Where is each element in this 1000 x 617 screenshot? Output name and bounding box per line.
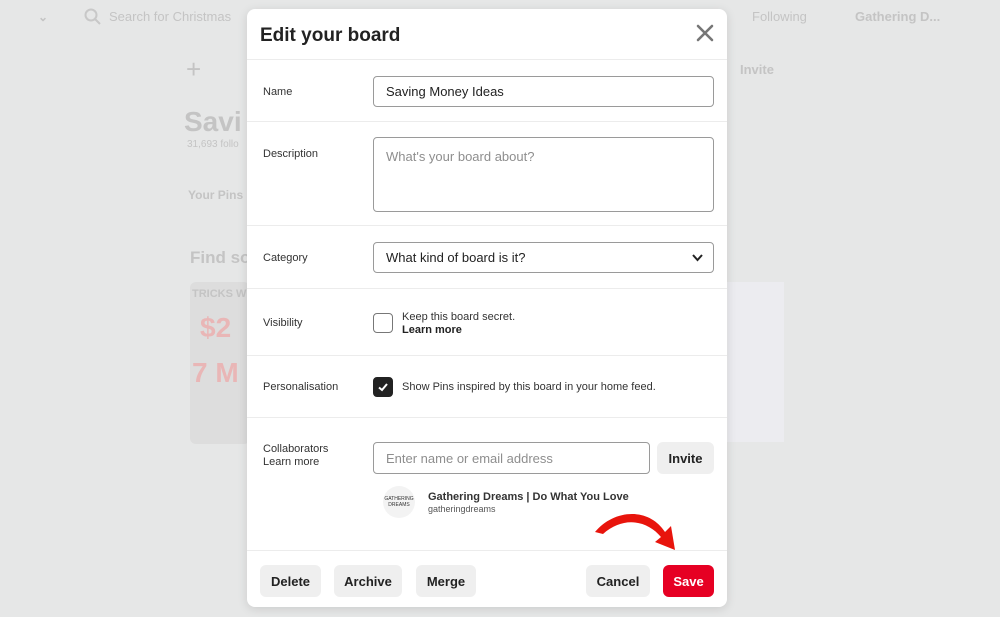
invite-button[interactable]: Invite [657,442,714,474]
category-select[interactable]: What kind of board is it? [373,242,714,273]
add-icon[interactable]: + [186,54,201,85]
search-icon [84,8,101,25]
personalisation-row: Personalisation Show Pins inspired by th… [247,356,727,418]
description-label: Description [263,148,319,160]
visibility-label: Visibility [263,317,303,329]
description-textarea[interactable]: What's your board about? [373,137,714,212]
name-input[interactable]: Saving Money Ideas [373,76,714,107]
red-arrow-annotation [595,513,675,550]
invite-button[interactable]: Invite [740,62,774,77]
collaborator-input[interactable]: Enter name or email address [373,442,650,474]
visibility-row: Visibility Keep this board secret. Learn… [247,289,727,356]
account-menu[interactable]: Gathering D... [855,9,940,24]
dialog-title: Edit your board [260,25,401,46]
collaborators-learn-more-link[interactable]: Learn more [263,456,328,469]
find-some-heading: Find so [190,248,251,267]
dialog-footer: Delete Archive Merge Cancel Save [247,550,727,607]
chevron-down-icon: ⌄ [38,10,49,24]
collaborators-row: Collaborators Learn more Enter name or e… [247,418,727,550]
collaborators-label: Collaborators [263,443,329,455]
category-row: Category What kind of board is it? [247,226,727,289]
checkmark-icon [378,383,388,392]
secret-checkbox[interactable] [373,313,393,333]
search-input[interactable]: Search for Christmas [109,9,231,24]
name-label: Name [263,86,293,98]
category-label: Category [263,252,308,264]
owner-avatar: GATHERING DREAMS [383,486,415,518]
merge-button[interactable]: Merge [416,565,476,597]
pin-card[interactable] [727,282,784,442]
name-row: Name Saving Money Ideas [247,60,727,122]
tab-your-pins[interactable]: Your Pins [188,188,243,202]
close-icon[interactable] [695,23,715,43]
secret-text: Keep this board secret. [402,311,516,323]
delete-button[interactable]: Delete [260,565,321,597]
cancel-button[interactable]: Cancel [586,565,650,597]
followers-count: 31,693 follo [187,139,239,150]
pin-card[interactable]: TRICKS WI $2 7 M [190,282,250,444]
personalisation-text: Show Pins inspired by this board in your… [402,381,656,393]
personalisation-checkbox[interactable] [373,377,393,397]
following-link[interactable]: Following [752,9,807,24]
archive-button[interactable]: Archive [334,565,402,597]
edit-board-dialog: Edit your board Name Saving Money Ideas … [247,9,727,607]
personalisation-label: Personalisation [263,381,339,393]
board-title: Savi [184,106,242,137]
save-button[interactable]: Save [663,565,714,597]
description-row: Description What's your board about? [247,122,727,226]
learn-more-link[interactable]: Learn more [402,324,515,337]
chevron-down-icon [692,254,703,262]
